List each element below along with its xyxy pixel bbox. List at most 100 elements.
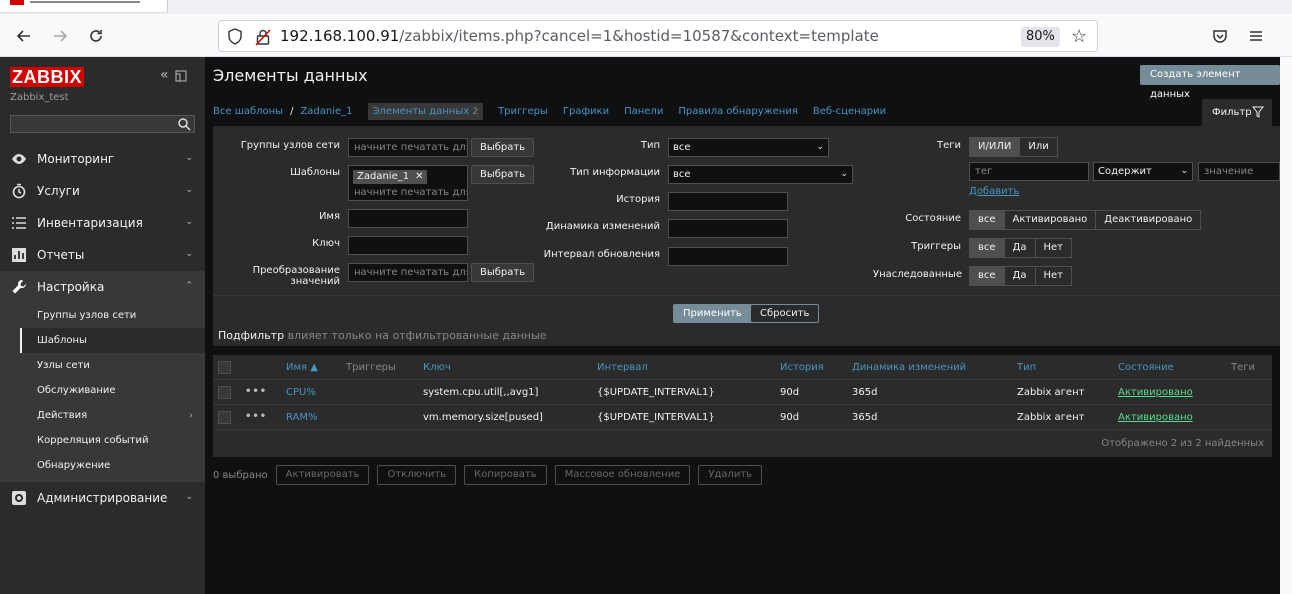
- chevron-down-icon: ⌄: [816, 142, 824, 152]
- column-header-key[interactable]: Ключ: [423, 362, 451, 373]
- column-header-trends[interactable]: Динамика изменений: [852, 362, 966, 373]
- hamburger-menu-icon[interactable]: [1242, 22, 1270, 50]
- inherited-label: Унаследованные: [873, 269, 962, 280]
- add-tag-link[interactable]: Добавить: [969, 186, 1019, 197]
- triggers-yes-option[interactable]: Да: [1004, 239, 1036, 257]
- column-header-history[interactable]: История: [780, 362, 824, 373]
- state-enabled-option[interactable]: Активировано: [1004, 211, 1097, 229]
- bookmark-star-icon[interactable]: ☆: [1071, 26, 1087, 47]
- sidebar-search-input[interactable]: [10, 115, 195, 133]
- state-disabled-option[interactable]: Деактивировано: [1096, 211, 1201, 229]
- zabbix-logo[interactable]: ZABBIX: [10, 67, 84, 87]
- tab-items[interactable]: Элементы данных 2: [367, 102, 484, 120]
- submenu-actions[interactable]: Действия ›: [20, 403, 205, 428]
- tags-or-option[interactable]: Или: [1020, 138, 1057, 156]
- name-input[interactable]: [348, 209, 468, 228]
- tab-dashboards[interactable]: Панели: [624, 106, 663, 117]
- menu-services[interactable]: Услуги ⌄: [0, 175, 205, 207]
- forward-icon[interactable]: [46, 22, 74, 50]
- column-header-interval[interactable]: Интервал: [597, 362, 648, 373]
- inherited-all-option[interactable]: все: [970, 267, 1005, 285]
- submenu-hosts[interactable]: Узлы сети: [20, 353, 205, 378]
- copy-button[interactable]: Копировать: [464, 465, 547, 485]
- inherited-no-option[interactable]: Нет: [1035, 267, 1071, 285]
- back-icon[interactable]: [10, 22, 38, 50]
- submenu-host-groups[interactable]: Группы узлов сети: [20, 303, 205, 328]
- zoom-level[interactable]: 80%: [1021, 27, 1060, 47]
- filter-tab[interactable]: Фильтр: [1202, 99, 1272, 126]
- menu-monitoring[interactable]: Мониторинг ⌄: [0, 143, 205, 175]
- key-input[interactable]: [348, 236, 468, 255]
- reload-icon[interactable]: [82, 22, 110, 50]
- browser-tab[interactable]: [0, 0, 168, 13]
- info-type-select[interactable]: все ⌄: [668, 165, 853, 184]
- reset-button[interactable]: Сбросить: [750, 304, 820, 323]
- row-checkbox[interactable]: [218, 386, 231, 399]
- tab-web-scenarios[interactable]: Веб-сценарии: [813, 106, 886, 117]
- create-item-button[interactable]: Создать элемент данных: [1140, 65, 1280, 100]
- more-options-icon[interactable]: •••: [245, 386, 267, 397]
- tag-value-input[interactable]: значение: [1198, 162, 1280, 181]
- insecure-lock-icon[interactable]: [255, 28, 271, 46]
- shield-icon[interactable]: [227, 28, 243, 45]
- mass-update-button[interactable]: Массовое обновление: [554, 465, 691, 485]
- trends-input[interactable]: [668, 219, 788, 238]
- search-icon[interactable]: [177, 117, 191, 131]
- column-header-type[interactable]: Тип: [1017, 362, 1036, 373]
- item-name-link[interactable]: RAM%: [286, 412, 318, 423]
- menu-label: Мониторинг: [37, 152, 115, 166]
- activate-button[interactable]: Активировать: [275, 465, 370, 485]
- tag-operator-value: Содержит: [1098, 166, 1152, 177]
- menu-inventory[interactable]: Инвентаризация ⌄: [0, 207, 205, 239]
- row-checkbox[interactable]: [218, 411, 231, 424]
- tab-graphs[interactable]: Графики: [563, 106, 609, 117]
- more-options-icon[interactable]: •••: [245, 411, 267, 422]
- selected-count: 0 выбрано: [213, 469, 268, 481]
- remove-chip-icon[interactable]: ✕: [415, 171, 423, 182]
- templates-input[interactable]: Zadanie_1 ✕ начните печатать для по: [348, 165, 468, 201]
- collapse-sidebar-icon[interactable]: «: [160, 67, 169, 86]
- triggers-all-option[interactable]: все: [970, 239, 1005, 257]
- filter-divider: [213, 295, 1280, 296]
- item-status-link[interactable]: Активировано: [1118, 412, 1193, 423]
- state-all-option[interactable]: все: [970, 211, 1005, 229]
- delete-button[interactable]: Удалить: [698, 465, 763, 485]
- pocket-icon[interactable]: [1206, 22, 1234, 50]
- item-status-link[interactable]: Активировано: [1118, 387, 1193, 398]
- column-header-name[interactable]: Имя ▲: [286, 362, 318, 373]
- page-title: Элементы данных: [213, 66, 368, 85]
- host-groups-input[interactable]: начните печатать для по: [348, 138, 468, 157]
- submenu-discovery[interactable]: Обнаружение: [20, 453, 205, 478]
- tags-andor-option[interactable]: И/ИЛИ: [970, 138, 1021, 156]
- menu-reports[interactable]: Отчеты ⌄: [0, 239, 205, 271]
- value-mapping-input[interactable]: начните печатать для по: [348, 263, 468, 282]
- value-mapping-select-button[interactable]: Выбрать: [471, 263, 535, 282]
- type-select[interactable]: все ⌄: [668, 138, 829, 157]
- breadcrumb-template[interactable]: Zadanie_1: [300, 106, 352, 117]
- item-interval: {$UPDATE_INTERVAL1}: [597, 412, 715, 423]
- history-input[interactable]: [668, 192, 788, 211]
- submenu-maintenance[interactable]: Обслуживание: [20, 378, 205, 403]
- disable-button[interactable]: Отключить: [377, 465, 457, 485]
- select-all-checkbox[interactable]: [218, 361, 231, 374]
- subfilter-hint: влияет только на отфильтрованные данные: [287, 329, 547, 342]
- hide-sidebar-icon[interactable]: [175, 67, 187, 86]
- tab-triggers[interactable]: Триггеры: [498, 106, 548, 117]
- menu-configuration[interactable]: Настройка ⌃: [0, 271, 205, 303]
- tag-name-input[interactable]: тег: [969, 162, 1089, 181]
- triggers-no-option[interactable]: Нет: [1035, 239, 1071, 257]
- apply-button[interactable]: Применить: [673, 304, 752, 323]
- address-bar[interactable]: 192.168.100.91/zabbix/items.php?cancel=1…: [218, 20, 1098, 52]
- url-text[interactable]: 192.168.100.91/zabbix/items.php?cancel=1…: [280, 27, 879, 45]
- submenu-templates[interactable]: Шаблоны: [20, 328, 205, 353]
- menu-administration[interactable]: Администрирование ⌄: [0, 482, 205, 514]
- tab-discovery-rules[interactable]: Правила обнаружения: [678, 106, 798, 117]
- breadcrumb-all-templates[interactable]: Все шаблоны: [213, 106, 283, 117]
- template-chip[interactable]: Zadanie_1 ✕: [353, 170, 428, 184]
- submenu-event-correlation[interactable]: Корреляция событий: [20, 428, 205, 453]
- column-header-status[interactable]: Состояние: [1118, 362, 1174, 373]
- update-interval-input[interactable]: [668, 247, 788, 266]
- tag-operator-select[interactable]: Содержит ⌄: [1093, 162, 1193, 181]
- inherited-yes-option[interactable]: Да: [1004, 267, 1036, 285]
- item-name-link[interactable]: CPU%: [286, 387, 316, 398]
